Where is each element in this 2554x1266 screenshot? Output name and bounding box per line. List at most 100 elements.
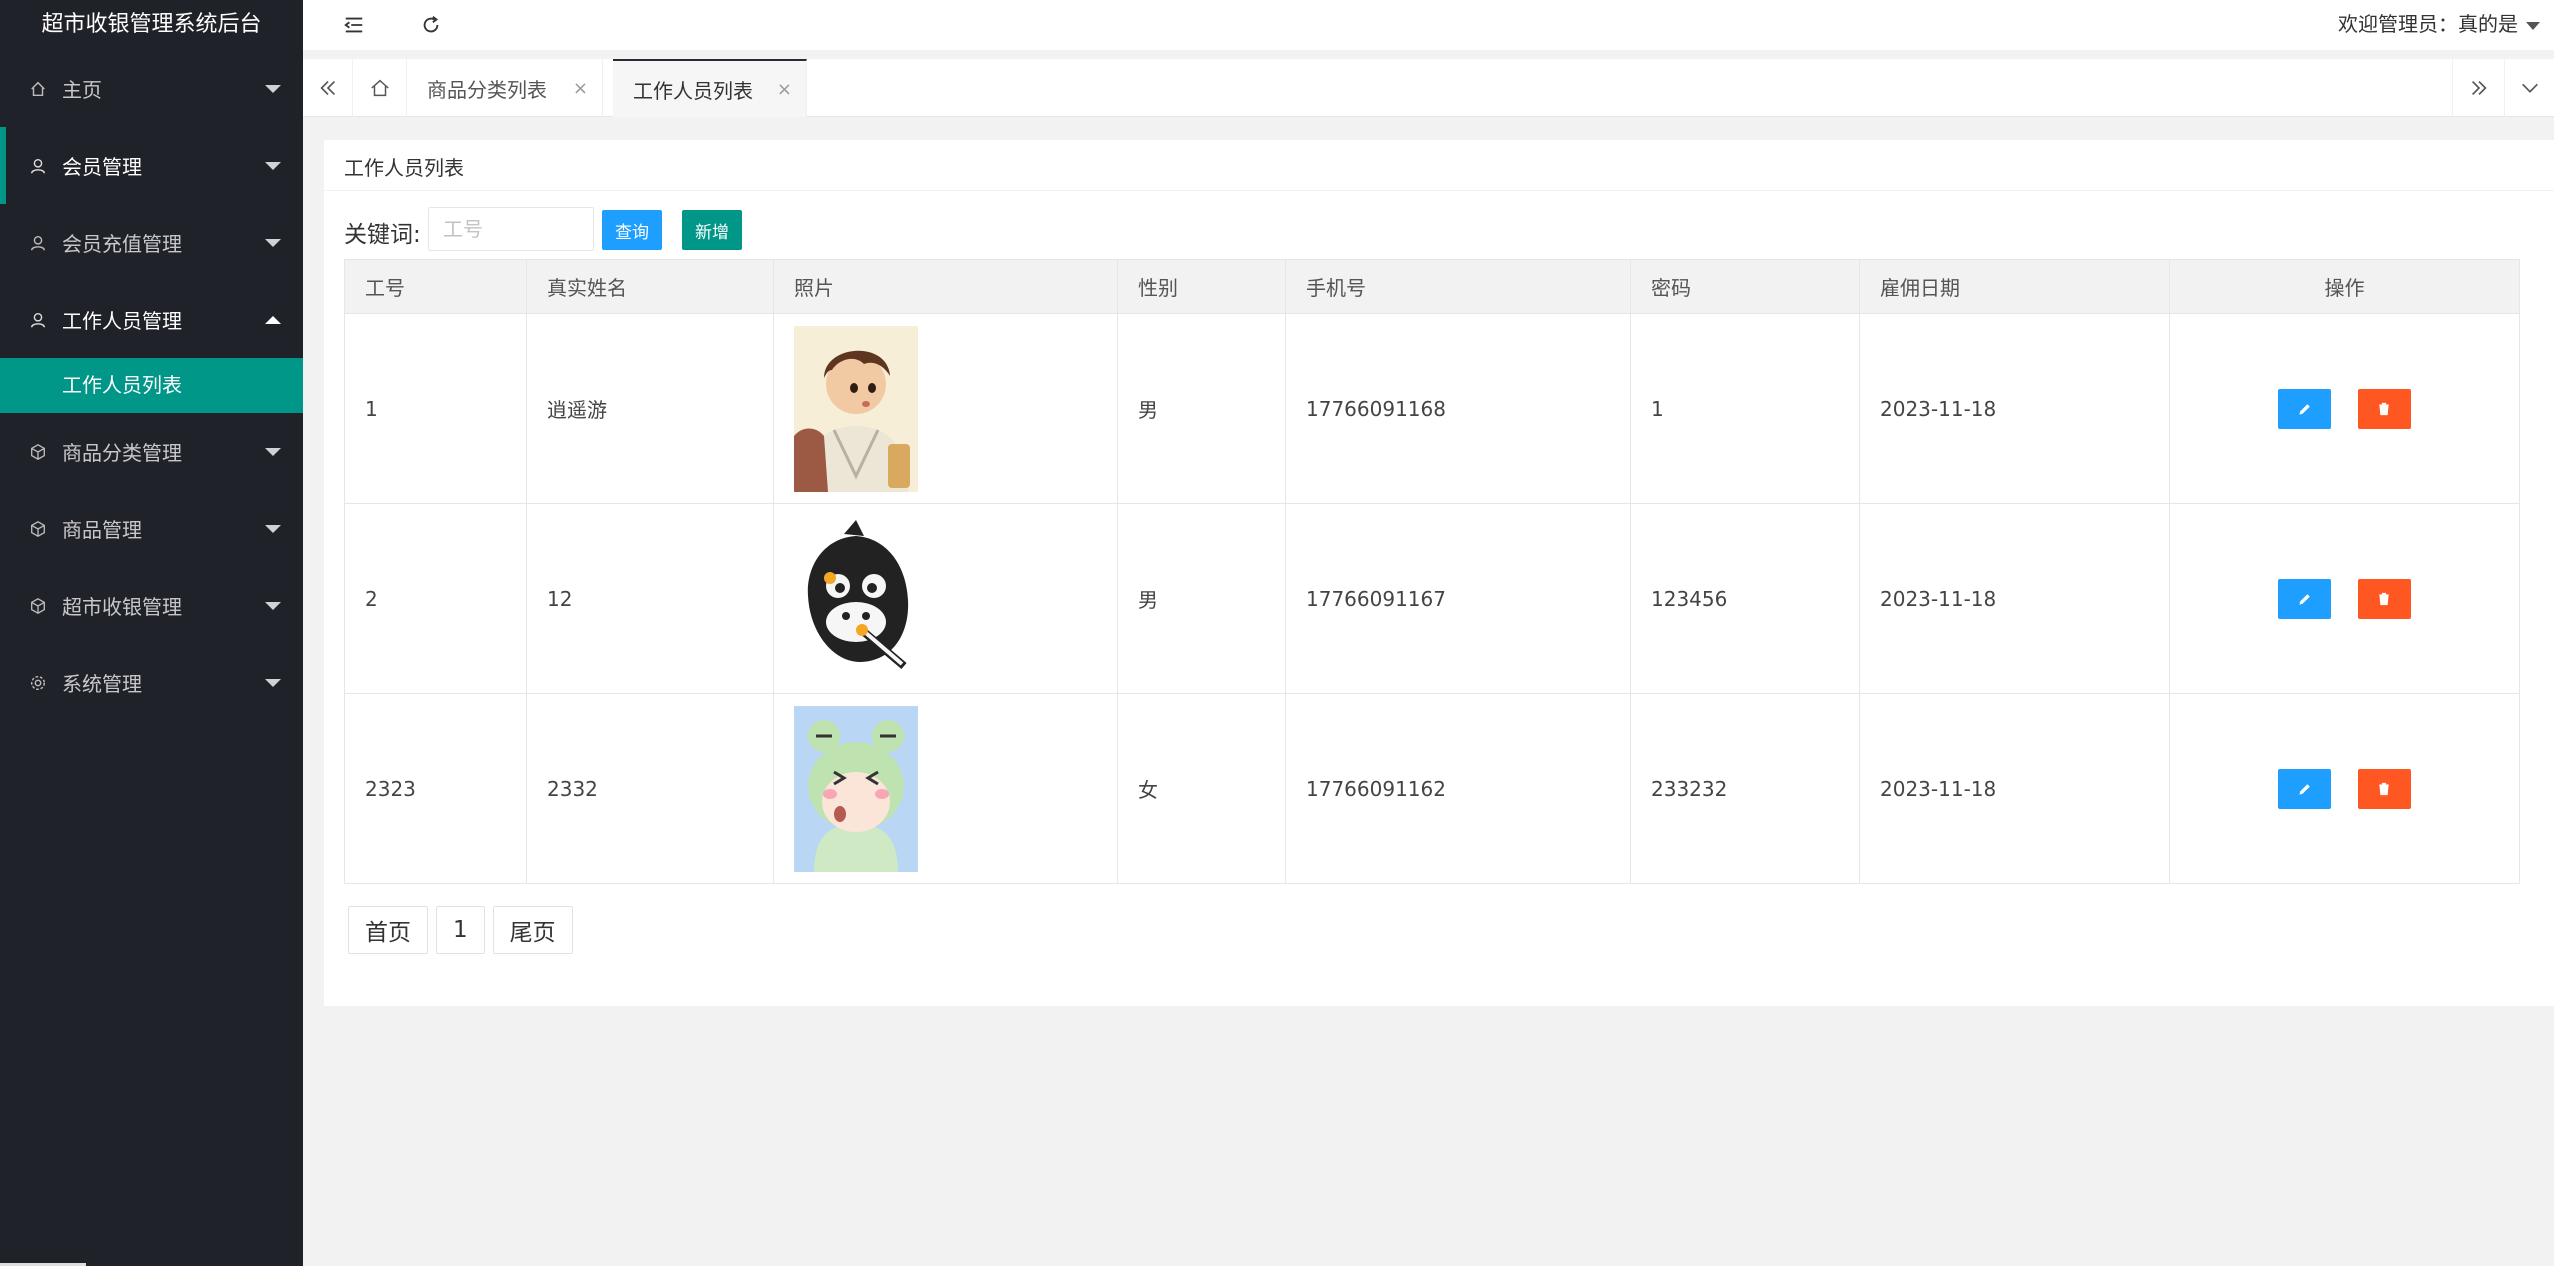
edit-button[interactable] — [2278, 388, 2332, 429]
cell-id: 2323 — [344, 693, 527, 884]
cell-date: 2023-11-18 — [1859, 313, 2170, 504]
gear-icon — [28, 673, 48, 693]
col-header-phone: 手机号 — [1285, 259, 1631, 314]
home-icon — [28, 79, 48, 99]
cell-id: 1 — [344, 313, 527, 504]
delete-button[interactable] — [2357, 768, 2411, 809]
cell-phone: 17766091167 — [1285, 503, 1631, 694]
pencil-icon — [2299, 783, 2310, 795]
cell-photo — [773, 693, 1118, 884]
user-icon — [28, 310, 48, 330]
card-title: 工作人员列表 — [344, 156, 464, 180]
chevron-down-icon — [265, 601, 281, 610]
user-icon — [28, 156, 48, 176]
sidebar-item-label: 会员充值管理 — [62, 232, 182, 256]
sidebar-item-category[interactable]: 商品分类管理 — [0, 413, 303, 490]
edit-button[interactable] — [2278, 578, 2332, 619]
cell-id: 2 — [344, 503, 527, 694]
sidebar-item-staff[interactable]: 工作人员管理 — [0, 281, 303, 358]
cell-gender: 男 — [1117, 503, 1286, 694]
sidebar-item-goods[interactable]: 商品管理 — [0, 490, 303, 567]
last-page-button[interactable]: 尾页 — [492, 906, 573, 954]
delete-button[interactable] — [2357, 578, 2411, 619]
sidebar-item-label: 商品管理 — [62, 518, 142, 542]
menu-collapse-icon[interactable] — [341, 12, 367, 38]
search-input[interactable] — [428, 207, 594, 251]
cell-actions — [2169, 693, 2520, 884]
cell-phone: 17766091162 — [1285, 693, 1631, 884]
tab-label: 商品分类列表 — [427, 77, 547, 102]
cell-password: 1 — [1630, 313, 1860, 504]
sidebar-item-label: 工作人员管理 — [62, 309, 182, 333]
cell-gender: 女 — [1117, 693, 1286, 884]
col-header-password: 密码 — [1630, 259, 1860, 314]
cube-icon — [28, 442, 48, 462]
tabs-scroll-left-icon[interactable] — [303, 59, 353, 117]
page-number-button[interactable]: 1 — [436, 906, 485, 954]
chevron-down-icon — [265, 238, 281, 247]
user-icon — [28, 233, 48, 253]
close-icon[interactable]: × — [573, 78, 588, 99]
search-label: 关键词: — [344, 222, 421, 248]
table-row: 2 12 男 17766091167 123456 2023-11-18 — [344, 503, 2520, 694]
cell-password: 233232 — [1630, 693, 1860, 884]
tab-category-list[interactable]: 商品分类列表 × — [407, 59, 603, 117]
cell-actions — [2169, 313, 2520, 504]
card-divider — [324, 190, 2554, 191]
col-header-id: 工号 — [344, 259, 527, 314]
pencil-icon — [2299, 403, 2310, 415]
welcome-text: 欢迎管理员：真的是 — [2338, 12, 2518, 36]
col-header-gender: 性别 — [1117, 259, 1286, 314]
cell-name: 12 — [526, 503, 774, 694]
sidebar-item-system[interactable]: 系统管理 — [0, 644, 303, 721]
sidebar-item-member-recharge[interactable]: 会员充值管理 — [0, 204, 303, 281]
boy-avatar-image — [794, 325, 918, 492]
sidebar-item-label: 会员管理 — [62, 155, 142, 179]
sidebar-item-label: 主页 — [62, 78, 102, 102]
sidebar: 超市收银管理系统后台 主页 会员管理 会员充值管理 工作人员管理 工作人员列表 — [0, 0, 303, 1266]
cell-phone: 17766091168 — [1285, 313, 1631, 504]
tab-bar: 商品分类列表 × 工作人员列表 × — [303, 58, 2554, 117]
pagination: 首页 1 尾页 — [348, 906, 581, 954]
refresh-icon[interactable] — [418, 12, 444, 38]
cell-date: 2023-11-18 — [1859, 693, 2170, 884]
cell-gender: 男 — [1117, 313, 1286, 504]
content-card: 工作人员列表 关键词: 查询 新增 工号 真实姓名 照片 性别 手机号 密码 雇… — [324, 140, 2554, 1006]
tabs-menu-chevron-icon[interactable] — [2504, 59, 2554, 117]
staff-table: 工号 真实姓名 照片 性别 手机号 密码 雇佣日期 操作 1 逍遥游 男 177… — [344, 259, 2520, 884]
sidebar-item-cashier[interactable]: 超市收银管理 — [0, 567, 303, 644]
cell-name: 2332 — [526, 693, 774, 884]
edit-button[interactable] — [2278, 768, 2332, 809]
tab-label: 工作人员列表 — [633, 78, 753, 103]
trash-icon — [2379, 402, 2389, 415]
sidebar-item-label: 商品分类管理 — [62, 441, 182, 465]
chevron-down-icon — [265, 678, 281, 687]
delete-button[interactable] — [2357, 388, 2411, 429]
tab-staff-list[interactable]: 工作人员列表 × — [613, 59, 807, 117]
cube-icon — [28, 519, 48, 539]
chevron-down-icon — [265, 524, 281, 533]
chevron-down-icon — [265, 161, 281, 170]
chevron-down-icon — [265, 447, 281, 456]
cell-actions — [2169, 503, 2520, 694]
gorilla-avatar-image — [794, 515, 918, 682]
tabs-scroll-right-icon[interactable] — [2452, 59, 2504, 117]
pencil-icon — [2299, 593, 2310, 605]
query-button[interactable]: 查询 — [602, 210, 662, 250]
sidebar-item-members[interactable]: 会员管理 — [0, 127, 303, 204]
first-page-button[interactable]: 首页 — [348, 906, 428, 954]
close-icon[interactable]: × — [777, 79, 792, 100]
chevron-down-icon — [265, 84, 281, 93]
cell-date: 2023-11-18 — [1859, 503, 2170, 694]
table-header-row: 工号 真实姓名 照片 性别 手机号 密码 雇佣日期 操作 — [344, 259, 2520, 314]
add-button[interactable]: 新增 — [682, 210, 742, 250]
app-title: 超市收银管理系统后台 — [41, 12, 262, 37]
col-header-actions: 操作 — [2169, 259, 2520, 314]
cube-icon — [28, 596, 48, 616]
user-menu[interactable]: 欢迎管理员：真的是 — [2338, 0, 2540, 50]
sidebar-item-label: 系统管理 — [62, 672, 142, 696]
sidebar-subitem-staff-list[interactable]: 工作人员列表 — [0, 358, 303, 413]
sidebar-item-home[interactable]: 主页 — [0, 50, 303, 127]
top-header: 欢迎管理员：真的是 — [303, 0, 2554, 50]
home-tab-icon[interactable] — [353, 59, 407, 117]
